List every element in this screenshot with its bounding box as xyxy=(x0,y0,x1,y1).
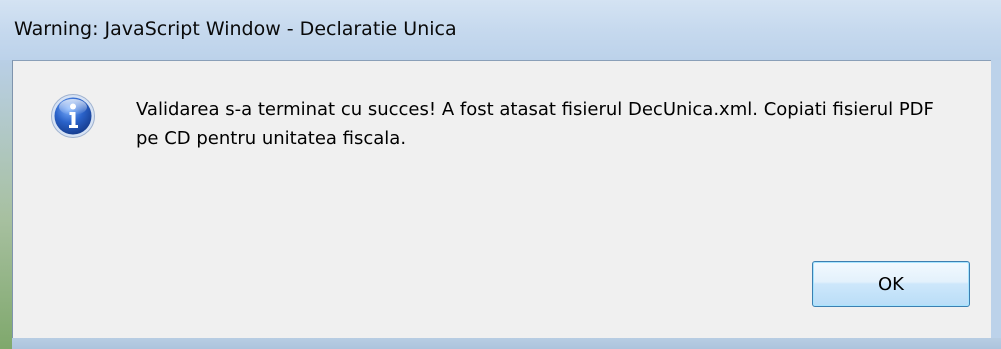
dialog-message: Validarea s-a terminat cu succes! A fost… xyxy=(136,99,934,149)
information-icon xyxy=(51,94,95,138)
window-right-border xyxy=(991,60,1001,349)
screen: Warning: JavaScript Window - Declaratie … xyxy=(0,0,1001,349)
window-left-border xyxy=(0,60,12,349)
window-title: Warning: JavaScript Window - Declaratie … xyxy=(14,18,457,40)
window-bottom-border xyxy=(12,338,1001,349)
ok-button[interactable]: OK xyxy=(812,261,970,307)
title-bar[interactable]: Warning: JavaScript Window - Declaratie … xyxy=(0,0,1001,60)
